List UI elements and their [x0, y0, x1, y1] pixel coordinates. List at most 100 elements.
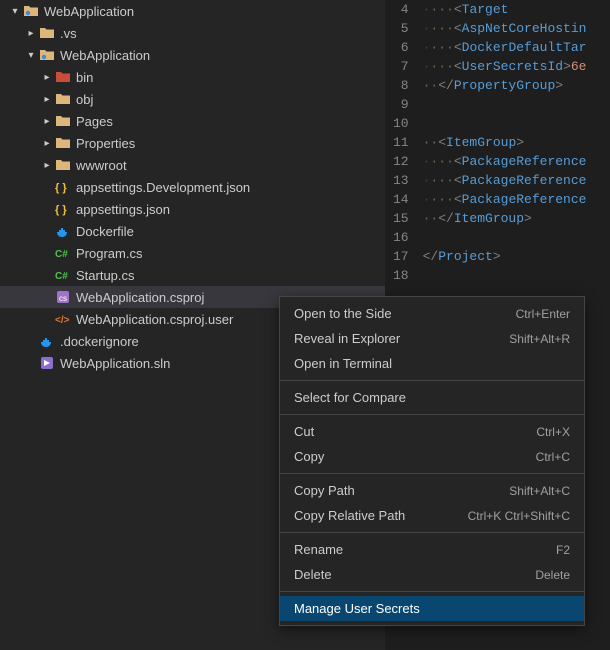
- tree-item-label: obj: [76, 92, 93, 107]
- tree-item-label: bin: [76, 70, 93, 85]
- tree-item-webapplication[interactable]: ▾ WebApplication: [0, 0, 385, 22]
- svg-text:{ }: { }: [55, 182, 67, 194]
- tree-item-label: appsettings.Development.json: [76, 180, 250, 195]
- menu-item-label: Select for Compare: [294, 390, 406, 405]
- code-line: </Project>: [423, 247, 610, 266]
- menu-item-label: Copy Path: [294, 483, 355, 498]
- code-line: ····<AspNetCoreHostin: [423, 19, 610, 38]
- menu-item-copy-path[interactable]: Copy Path Shift+Alt+C: [280, 478, 584, 503]
- tree-item-label: Properties: [76, 136, 135, 151]
- line-number: 17: [393, 247, 409, 266]
- tree-item-label: .vs: [60, 26, 77, 41]
- menu-item-copy-relative-path[interactable]: Copy Relative PathCtrl+K Ctrl+Shift+C: [280, 503, 584, 528]
- menu-item-rename[interactable]: RenameF2: [280, 537, 584, 562]
- context-menu[interactable]: Open to the SideCtrl+EnterReveal in Expl…: [279, 296, 585, 626]
- tree-item-label: WebApplication.csproj: [76, 290, 204, 305]
- line-number: 14: [393, 190, 409, 209]
- menu-item-shortcut: Ctrl+C: [536, 450, 570, 464]
- menu-item-label: Manage User Secrets: [294, 601, 420, 616]
- chevron-right-icon[interactable]: ▸: [40, 138, 54, 149]
- line-number: 5: [393, 19, 409, 38]
- menu-item-delete[interactable]: Delete Delete: [280, 562, 584, 587]
- line-number: 9: [393, 95, 409, 114]
- menu-item-shortcut: Shift+Alt+R: [509, 332, 570, 346]
- menu-item-shortcut: Delete: [535, 568, 570, 582]
- tree-item-obj[interactable]: ▸ obj: [0, 88, 385, 110]
- chevron-down-icon[interactable]: ▾: [24, 50, 38, 61]
- sln-icon: [38, 354, 56, 372]
- tree-item-dockerfile[interactable]: Dockerfile: [0, 220, 385, 242]
- tree-item-appsettings-json[interactable]: { } appsettings.json: [0, 198, 385, 220]
- docker-icon: [54, 222, 72, 240]
- line-number: 4: [393, 0, 409, 19]
- code-line: [423, 114, 610, 133]
- tree-item-label: Dockerfile: [76, 224, 134, 239]
- tree-item-program-cs[interactable]: C# Program.cs: [0, 242, 385, 264]
- tree-item-webapplication[interactable]: ▾WebApplication: [0, 44, 385, 66]
- tree-item-label: Program.cs: [76, 246, 142, 261]
- menu-item-shortcut: Ctrl+K Ctrl+Shift+C: [468, 509, 570, 523]
- menu-item-open-to-the-side[interactable]: Open to the SideCtrl+Enter: [280, 301, 584, 326]
- tree-item-wwwroot[interactable]: ▸wwwroot: [0, 154, 385, 176]
- code-line: ····<UserSecretsId>6e: [423, 57, 610, 76]
- menu-separator: [280, 473, 584, 474]
- menu-item-label: Delete: [294, 567, 332, 582]
- chevron-right-icon[interactable]: ▸: [40, 160, 54, 171]
- menu-item-manage-user-secrets[interactable]: Manage User Secrets: [280, 596, 584, 621]
- line-number: 6: [393, 38, 409, 57]
- code-line: ····<PackageReference: [423, 171, 610, 190]
- line-number: 10: [393, 114, 409, 133]
- tree-item-bin[interactable]: ▸ bin: [0, 66, 385, 88]
- tree-item-label: appsettings.json: [76, 202, 170, 217]
- line-number: 15: [393, 209, 409, 228]
- line-number: 8: [393, 76, 409, 95]
- chevron-right-icon[interactable]: ▸: [40, 94, 54, 105]
- chevron-right-icon[interactable]: ▸: [40, 72, 54, 83]
- tree-item-pages[interactable]: ▸Pages: [0, 110, 385, 132]
- chevron-right-icon[interactable]: ▸: [24, 28, 38, 39]
- line-number: 12: [393, 152, 409, 171]
- csharp-icon: C#: [54, 244, 72, 262]
- line-number: 18: [393, 266, 409, 285]
- folder-icon: [54, 112, 72, 130]
- menu-item-shortcut: Shift+Alt+C: [509, 484, 570, 498]
- tree-item-label: Startup.cs: [76, 268, 135, 283]
- menu-item-select-for-compare[interactable]: Select for Compare: [280, 385, 584, 410]
- menu-item-label: Cut: [294, 424, 314, 439]
- menu-item-cut[interactable]: Cut Ctrl+X: [280, 419, 584, 444]
- menu-item-shortcut: Ctrl+X: [536, 425, 570, 439]
- menu-separator: [280, 414, 584, 415]
- tree-item-properties[interactable]: ▸ Properties: [0, 132, 385, 154]
- tree-item-startup-cs[interactable]: C# Startup.cs: [0, 264, 385, 286]
- chevron-down-icon[interactable]: ▾: [8, 6, 22, 17]
- folder-app-icon: [38, 46, 56, 64]
- folder-icon: [54, 156, 72, 174]
- svg-text:</>: </>: [55, 315, 70, 326]
- menu-separator: [280, 591, 584, 592]
- csharp-icon: C#: [54, 266, 72, 284]
- tree-item-label: WebApplication.csproj.user: [76, 312, 233, 327]
- folder-icon: [38, 24, 56, 42]
- folder-bin-icon: [54, 68, 72, 86]
- menu-separator: [280, 380, 584, 381]
- code-line: ··</ItemGroup>: [423, 209, 610, 228]
- menu-item-label: Reveal in Explorer: [294, 331, 400, 346]
- tree-item--vs[interactable]: ▸ .vs: [0, 22, 385, 44]
- tree-item-label: .dockerignore: [60, 334, 139, 349]
- menu-item-reveal-in-explorer[interactable]: Reveal in Explorer Shift+Alt+R: [280, 326, 584, 351]
- chevron-right-icon[interactable]: ▸: [40, 116, 54, 127]
- code-line: [423, 95, 610, 114]
- svg-text:C#: C#: [55, 249, 68, 260]
- json-icon: { }: [54, 200, 72, 218]
- line-number: 16: [393, 228, 409, 247]
- tree-item-appsettings-development-json[interactable]: { } appsettings.Development.json: [0, 176, 385, 198]
- tree-item-label: WebApplication.sln: [60, 356, 170, 371]
- code-line: [423, 266, 610, 285]
- menu-item-shortcut: Ctrl+Enter: [516, 307, 570, 321]
- tree-item-label: WebApplication: [44, 4, 134, 19]
- code-line: ····<DockerDefaultTar: [423, 38, 610, 57]
- menu-item-open-in-terminal[interactable]: Open in Terminal: [280, 351, 584, 376]
- menu-item-copy[interactable]: CopyCtrl+C: [280, 444, 584, 469]
- code-line: ··<ItemGroup>: [423, 133, 610, 152]
- folder-icon: [54, 90, 72, 108]
